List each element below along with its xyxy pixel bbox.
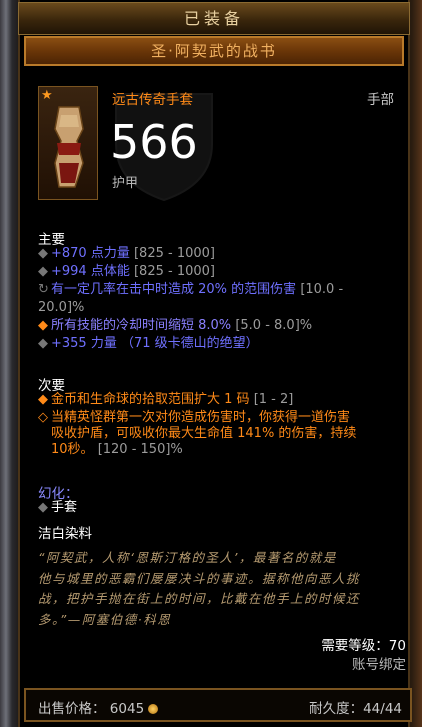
account-bound: 账号绑定 <box>352 657 406 673</box>
primary-stat: ◆ +870 点力量 [825 - 1000] <box>38 246 215 261</box>
bullet-diamond-icon: ◆ <box>38 246 48 261</box>
item-name-header: 圣·阿契武的战书 <box>24 36 404 66</box>
transmog-value: ◆ 手套 <box>38 500 78 515</box>
primary-stat: ◆ +355 力量 （71 级卡德山的绝望） <box>38 336 259 351</box>
sell-price: 出售价格： 6045 <box>38 697 159 717</box>
armor-value: 566 <box>110 115 198 169</box>
secondary-stat: ◆ 金币和生命球的拾取范围扩大 1 码 [1 - 2] <box>38 392 294 407</box>
legendary-bullet-icon: ◇ <box>38 410 48 425</box>
armor-label: 护甲 <box>112 176 139 191</box>
transmog-label: 幻化： <box>38 486 79 502</box>
item-name: 圣·阿契武的战书 <box>151 42 277 60</box>
item-type: 远古传奇手套 <box>112 92 193 108</box>
equipped-header: 已装备 <box>18 2 410 35</box>
bullet-diamond-icon: ◆ <box>38 500 48 515</box>
primary-stat: ◆ 所有技能的冷却时间缩短 8.0% [5.0 - 8.0]% <box>38 318 313 333</box>
primary-heading: 主要 <box>38 232 65 248</box>
required-level: 需要等级：70 <box>321 638 406 654</box>
durability: 耐久度：44/44 <box>309 701 402 717</box>
secondary-stat: ◇ 当精英怪群第一次对你造成伤害时，你获得一道伤害 <box>38 410 351 425</box>
primary-stat: ◆ +994 点体能 [825 - 1000] <box>38 264 215 279</box>
legendary-bullet-icon: ◆ <box>38 392 48 407</box>
flavor-text: “阿契武，人称‘恩斯汀格的圣人’，最著名的就是 他与城里的恶霸们屡屡决斗的事迹。… <box>38 550 361 627</box>
equipped-label: 已装备 <box>183 9 244 28</box>
cycle-bullet-icon: ↻ <box>38 282 49 297</box>
item-icon-frame: ★ <box>38 86 98 200</box>
secondary-heading: 次要 <box>38 378 65 394</box>
ancient-star-icon: ★ <box>41 88 53 103</box>
legendary-bullet-icon: ◆ <box>38 318 48 333</box>
secondary-stat-continuation: 10秒。 [120 - 150]% <box>51 442 183 457</box>
primary-stat-continuation: 20.0]% <box>38 300 85 315</box>
item-slot: 手部 <box>367 92 394 108</box>
bullet-diamond-icon: ◆ <box>38 336 48 351</box>
bullet-diamond-icon: ◆ <box>38 264 48 279</box>
gold-coin-icon <box>148 704 159 714</box>
gauntlet-icon <box>54 106 84 188</box>
secondary-stat-continuation: 吸收护盾，可吸收你最大生命值 141% 的伤害，持续 <box>51 426 357 441</box>
tooltip-footer: 出售价格： 6045 耐久度：44/44 <box>24 688 412 722</box>
primary-stat: ↻ 有一定几率在击中时造成 20% 的范围伤害 [10.0 - <box>38 282 344 297</box>
dye-label: 洁白染料 <box>38 526 92 542</box>
